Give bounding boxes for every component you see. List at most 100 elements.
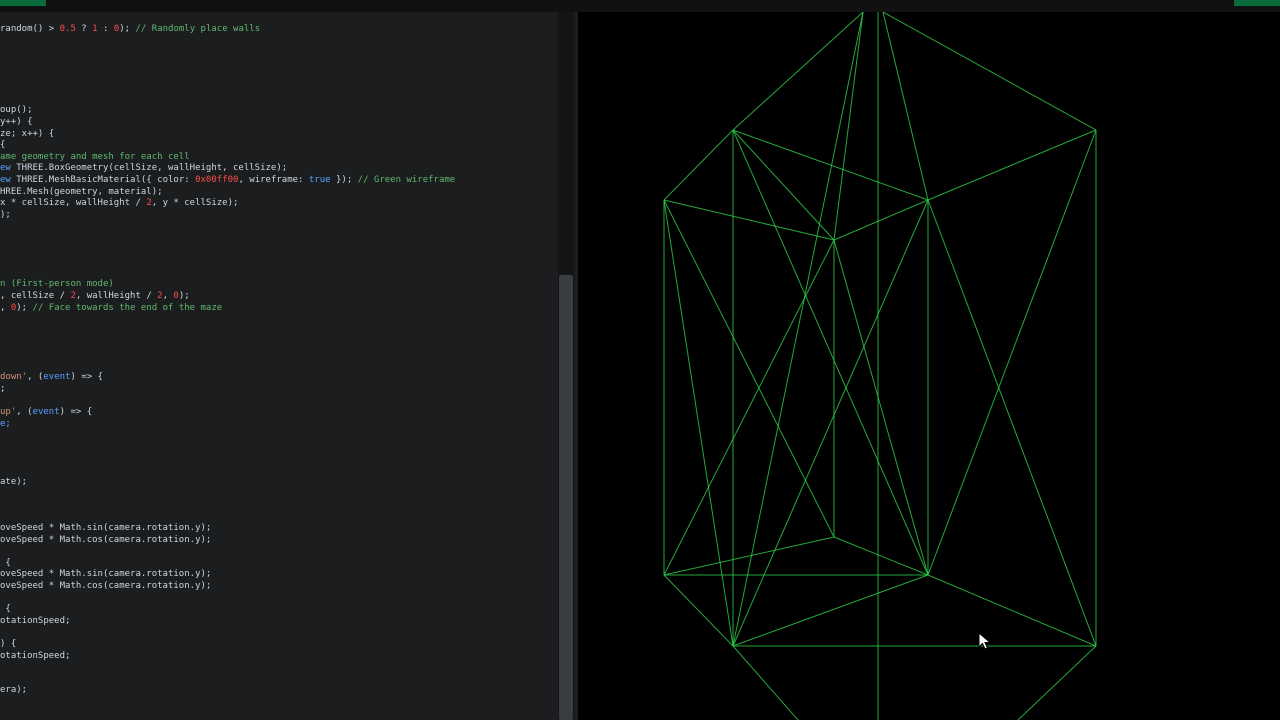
wire-edge <box>833 12 864 241</box>
wire-edge <box>732 12 864 647</box>
code-line[interactable]: { <box>0 604 11 615</box>
code-line[interactable]: random() > 0.5 ? 1 : 0); // Randomly pla… <box>0 24 260 35</box>
wire-edge <box>732 574 929 647</box>
code-line[interactable]: oveSpeed * Math.sin(camera.rotation.y); <box>0 523 211 534</box>
code-token: y++) { <box>0 116 33 127</box>
code-editor-pane[interactable]: random() > 0.5 ? 1 : 0); // Randomly pla… <box>0 12 578 720</box>
code-token: up' <box>0 406 17 417</box>
code-token: otationSpeed; <box>0 650 71 661</box>
wire-edge <box>663 199 835 241</box>
wire-edge <box>663 129 734 201</box>
code-token: // Randomly place walls <box>135 24 261 35</box>
code-token: oveSpeed * Math.cos(camera.rotation.y); <box>0 534 212 545</box>
code-token: otationSpeed; <box>0 615 71 626</box>
code-token: ) { <box>0 638 17 649</box>
code-line[interactable]: oveSpeed * Math.cos(camera.rotation.y); <box>0 581 211 592</box>
code-line[interactable]: n (First-person mode) <box>0 279 114 290</box>
code-token: : <box>97 24 114 35</box>
wire-edge <box>732 129 835 241</box>
code-token: { <box>0 604 11 615</box>
code-token: down' <box>0 372 28 383</box>
wire-edge <box>1017 645 1097 720</box>
code-token: ) => { <box>70 372 103 383</box>
code-token: true <box>308 174 331 185</box>
code-token: ); <box>0 209 11 220</box>
mouse-pointer-icon <box>978 632 992 650</box>
code-token: ate); <box>0 476 28 487</box>
top-accent-left <box>0 0 46 6</box>
code-token: event <box>32 406 60 417</box>
code-line[interactable]: x * cellSize, wallHeight / 2, y * cellSi… <box>0 198 238 209</box>
code-token: oveSpeed * Math.sin(camera.rotation.y); <box>0 569 212 580</box>
code-line[interactable]: ) { <box>0 639 16 650</box>
code-token: , ( <box>16 406 33 417</box>
code-token: { <box>0 557 11 568</box>
code-token: ? <box>75 24 93 35</box>
code-line[interactable]: ); <box>0 210 11 221</box>
code-line[interactable]: e; <box>0 419 11 430</box>
code-line[interactable]: ze; x++) { <box>0 129 54 140</box>
code-token: // Green wireframe <box>357 174 456 185</box>
code-token: ; <box>0 383 6 394</box>
code-token: THREE.MeshBasicMaterial({ color: <box>16 174 196 185</box>
code-token: event <box>43 372 71 383</box>
wire-edge <box>732 129 929 201</box>
wire-edge <box>927 574 1097 647</box>
code-token: x * cellSize, wallHeight / <box>0 198 147 209</box>
editor-scrollbar-thumb[interactable] <box>559 275 573 720</box>
code-token: ); <box>16 302 33 313</box>
code-line[interactable]: HREE.Mesh(geometry, material); <box>0 187 163 198</box>
wire-edge <box>927 199 1097 647</box>
code-line[interactable]: ; <box>0 384 5 395</box>
code-token: random() > <box>0 24 60 35</box>
code-line[interactable]: , 0); // Face towards the end of the maz… <box>0 303 222 314</box>
code-token: e; <box>0 418 11 429</box>
code-line[interactable]: down', (event) => { <box>0 372 103 383</box>
code-token: , <box>162 290 174 301</box>
code-line[interactable]: otationSpeed; <box>0 616 70 627</box>
top-accent-right <box>1234 0 1280 6</box>
code-line[interactable]: ame geometry and mesh for each cell <box>0 152 190 163</box>
code-text-area[interactable]: random() > 0.5 ? 1 : 0); // Randomly pla… <box>0 12 560 720</box>
code-token: ); <box>119 24 136 35</box>
code-line[interactable]: , cellSize / 2, wallHeight / 2, 0); <box>0 291 190 302</box>
wire-edge <box>882 12 929 201</box>
wire-edge <box>732 12 864 131</box>
wire-edge <box>882 12 1097 131</box>
code-line[interactable]: ew THREE.BoxGeometry(cellSize, wallHeigh… <box>0 163 287 174</box>
code-token: ) => { <box>59 406 93 417</box>
wire-edge <box>732 645 799 720</box>
wire-edge <box>927 129 1097 201</box>
code-line[interactable]: y++) { <box>0 117 33 128</box>
code-line[interactable]: oup(); <box>0 105 33 116</box>
code-line[interactable]: { <box>0 140 5 151</box>
code-token: { <box>0 140 6 151</box>
code-line[interactable]: { <box>0 557 11 569</box>
code-line[interactable]: up', (event) => { <box>0 407 92 418</box>
code-token: }); <box>330 174 358 185</box>
code-token: THREE.BoxGeometry(cellSize, wallHeight, … <box>16 163 288 174</box>
code-line[interactable]: ew THREE.MeshBasicMaterial({ color: 0x00… <box>0 175 455 186</box>
code-line[interactable]: oveSpeed * Math.cos(camera.rotation.y); <box>0 535 211 546</box>
code-token: , wireframe: <box>238 174 309 185</box>
code-token: oup(); <box>0 105 33 116</box>
code-token: n (First-person mode) <box>0 279 114 290</box>
code-token: , y * cellSize); <box>151 198 239 209</box>
code-token: 0.5 <box>59 24 76 35</box>
code-token: oveSpeed * Math.cos(camera.rotation.y); <box>0 580 212 591</box>
code-token: HREE.Mesh(geometry, material); <box>0 186 163 197</box>
editor-scrollbar[interactable] <box>558 12 574 720</box>
code-line[interactable]: era); <box>0 685 27 696</box>
code-line[interactable]: otationSpeed; <box>0 651 70 662</box>
wire-edge <box>663 574 734 647</box>
code-token: ew <box>0 174 17 185</box>
code-line[interactable]: oveSpeed * Math.sin(camera.rotation.y); <box>0 569 211 580</box>
wire-edge <box>663 239 835 576</box>
wire-edge <box>927 129 1097 576</box>
code-token: , <box>0 302 11 313</box>
code-line[interactable]: ate); <box>0 477 27 488</box>
3d-preview-viewport[interactable] <box>578 12 1280 720</box>
code-token: ); <box>178 290 190 301</box>
code-token: ze; x++) { <box>0 128 55 139</box>
code-token: ew <box>0 163 17 174</box>
